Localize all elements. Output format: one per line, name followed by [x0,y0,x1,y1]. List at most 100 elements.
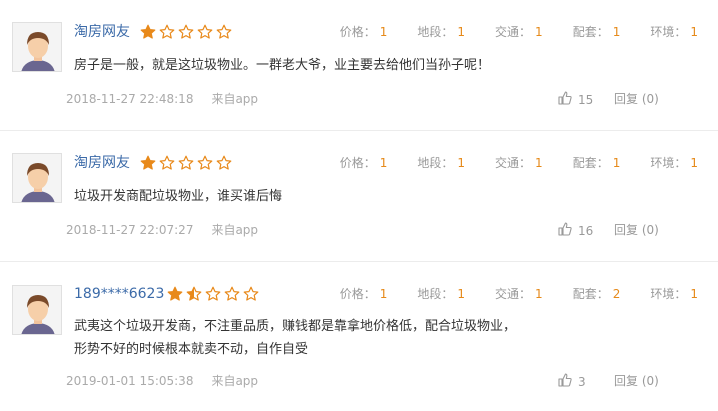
star-filled-icon [140,24,156,40]
star-empty-icon [178,155,194,171]
score-item: 交通： 1 [495,154,543,172]
like-count: 15 [578,92,594,107]
score-value: 2 [612,287,621,301]
username-link[interactable]: 淘房网友 [74,22,130,42]
score-value: 1 [612,25,621,39]
like-count: 16 [578,223,594,238]
like-button[interactable]: 16 [558,222,593,239]
star-empty-icon [243,286,259,302]
score-label: 价格： [339,287,376,301]
star-empty-icon [159,155,175,171]
score-value: 1 [535,287,543,301]
score-value: 1 [535,25,543,39]
score-item: 价格： 1 [340,285,388,303]
star-empty-icon [205,286,221,302]
score-label: 配套： [572,25,609,39]
score-breakdown: 价格： 1 地段： 1 交通： 1 配套： 2 环境： 1 [340,285,698,303]
review-content-line: 垃圾开发商配垃圾物业，谁买谁后悔 [74,189,283,204]
star-empty-icon [224,286,240,302]
score-label: 地段： [417,287,454,301]
review-meta: 2018-11-27 22:07:27 来自app [66,221,258,239]
score-item: 配套： 2 [573,285,621,303]
score-label: 交通： [495,25,532,39]
score-breakdown: 价格： 1 地段： 1 交通： 1 配套： 1 环境： 1 [340,23,698,41]
timestamp: 2019-01-01 15:05:38 [66,374,194,388]
score-value: 1 [379,25,388,39]
score-label: 环境： [650,287,687,301]
score-value: 1 [690,156,698,170]
score-label: 环境： [650,156,687,170]
score-value: 1 [612,156,621,170]
score-label: 环境： [650,25,687,39]
score-label: 地段： [417,25,454,39]
star-empty-icon [216,24,232,40]
score-item: 交通： 1 [495,285,543,303]
rating-stars [140,24,232,40]
like-button[interactable]: 3 [558,373,586,390]
score-label: 交通： [495,156,532,170]
review-content: 武夷这个垃圾开发商，不注重品质，赚钱都是靠拿地价格低，配合垃圾物业， 形势不好的时… [74,315,634,361]
star-empty-icon [197,155,213,171]
source-label: 来自app [211,223,259,237]
score-value: 1 [535,156,543,170]
score-value: 1 [457,156,466,170]
avatar[interactable] [12,22,62,72]
score-value: 1 [457,287,466,301]
score-value: 1 [379,156,388,170]
review-content-line: 形势不好的时候根本就卖不动，自作自受 [74,342,309,357]
thumbs-up-icon [558,91,572,108]
review-content-line: 武夷这个垃圾开发商，不注重品质，赚钱都是靠拿地价格低，配合垃圾物业， [74,319,517,334]
avatar[interactable] [12,285,62,335]
like-button[interactable]: 15 [558,91,593,108]
score-label: 配套： [572,287,609,301]
score-item: 环境： 1 [650,23,698,41]
score-item: 地段： 1 [417,154,465,172]
review-meta: 2019-01-01 15:05:38 来自app [66,372,258,390]
source-label: 来自app [211,374,259,388]
thumbs-up-icon [558,222,572,239]
star-empty-icon [178,24,194,40]
review-content-line: 房子是一般，就是这垃圾物业。一群老大爷，业主要去给他们当孙子呢！ [74,58,491,73]
score-item: 价格： 1 [340,154,388,172]
star-filled-icon [167,286,183,302]
score-item: 价格： 1 [340,23,388,41]
review-meta: 2018-11-27 22:48:18 来自app [66,90,258,108]
avatar[interactable] [12,153,62,203]
thumbs-up-icon [558,373,572,390]
source-label: 来自app [211,92,259,106]
score-item: 地段： 1 [417,23,465,41]
score-item: 环境： 1 [650,285,698,303]
score-item: 地段： 1 [417,285,465,303]
timestamp: 2018-11-27 22:07:27 [66,223,194,237]
divider [0,130,718,131]
rating-stars [140,155,232,171]
score-item: 配套： 1 [573,154,621,172]
star-half-icon [186,286,202,302]
score-value: 1 [690,287,698,301]
reply-button[interactable]: 回复 (0) [614,221,659,239]
score-value: 1 [457,25,466,39]
review-content: 垃圾开发商配垃圾物业，谁买谁后悔 [74,185,634,208]
score-item: 交通： 1 [495,23,543,41]
score-label: 地段： [417,156,454,170]
username-link[interactable]: 189****6623 [74,284,164,304]
star-filled-icon [140,155,156,171]
score-item: 配套： 1 [573,23,621,41]
username-link[interactable]: 淘房网友 [74,153,130,173]
score-label: 价格： [339,156,376,170]
score-label: 价格： [339,25,376,39]
reply-button[interactable]: 回复 (0) [614,372,659,390]
divider [0,261,718,262]
star-empty-icon [216,155,232,171]
score-breakdown: 价格： 1 地段： 1 交通： 1 配套： 1 环境： 1 [340,154,698,172]
star-empty-icon [159,24,175,40]
timestamp: 2018-11-27 22:48:18 [66,92,194,106]
score-value: 1 [379,287,388,301]
score-item: 环境： 1 [650,154,698,172]
like-count: 3 [578,374,586,389]
reply-button[interactable]: 回复 (0) [614,90,659,108]
review-content: 房子是一般，就是这垃圾物业。一群老大爷，业主要去给他们当孙子呢！ [74,54,634,77]
rating-stars [167,286,259,302]
star-empty-icon [197,24,213,40]
score-value: 1 [690,25,698,39]
